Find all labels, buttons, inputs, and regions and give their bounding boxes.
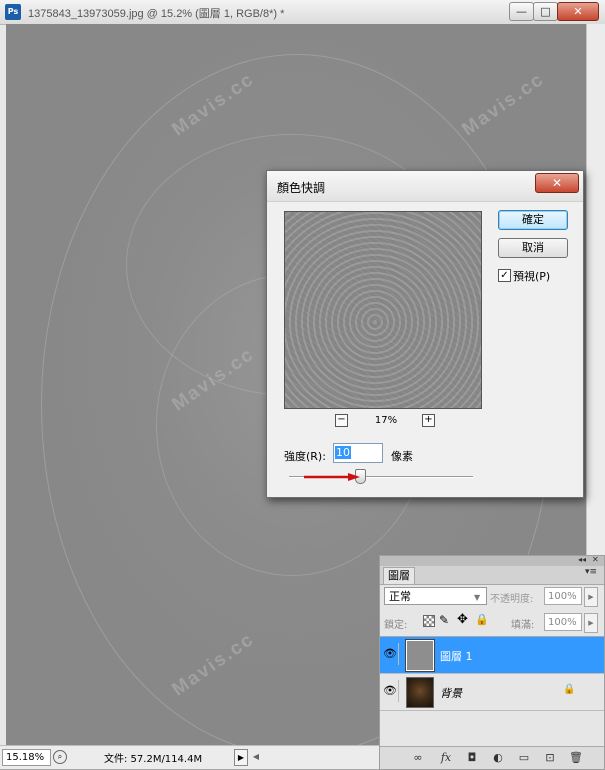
fill-input[interactable]: 100% xyxy=(544,613,582,631)
collapse-icon[interactable]: ◂◂ xyxy=(578,555,586,564)
cancel-button[interactable]: 取消 xyxy=(498,238,568,258)
lock-label: 鎖定: xyxy=(384,620,408,631)
panel-menu-icon[interactable]: ▾≡ xyxy=(585,567,597,577)
lock-position-icon[interactable]: ✥ xyxy=(457,612,468,627)
layers-panel: ◂◂ ✕ 圖層 ▾≡ 正常 ▼ 不透明度: 100% ▶ 鎖定: ✎ ✥ 🔒 填… xyxy=(379,555,605,770)
preview-checkbox[interactable]: ✓ xyxy=(498,269,511,282)
layer-row-background[interactable]: 👁 背景 🔒 xyxy=(380,673,604,711)
adjustment-layer-icon[interactable]: ◐ xyxy=(490,750,506,766)
lock-transparency-icon[interactable] xyxy=(423,615,435,627)
layer-thumbnail xyxy=(405,639,435,672)
document-titlebar[interactable]: Ps 1375843_13973059.jpg @ 15.2% (圖層 1, R… xyxy=(0,0,605,25)
zoom-level-field[interactable]: 15.18% xyxy=(2,749,51,766)
layer-thumbnail xyxy=(406,677,434,708)
red-arrow-icon xyxy=(304,473,360,481)
lock-all-icon[interactable]: 🔒 xyxy=(475,613,489,626)
radius-label: 強度(R): xyxy=(284,450,326,463)
radius-input[interactable]: 10 xyxy=(333,443,383,463)
radius-value: 10 xyxy=(335,446,351,459)
opacity-label: 不透明度: xyxy=(490,594,534,605)
radius-unit-label: 像素 xyxy=(391,450,413,463)
chevron-down-icon[interactable]: ▼ xyxy=(474,593,480,602)
layers-footer: ∞ fx ◘ ◐ ▭ ⊡ 🗑 xyxy=(380,746,604,769)
layer-lock-icon: 🔒 xyxy=(563,684,576,695)
zoom-icon[interactable]: ⌕ xyxy=(53,750,67,764)
opacity-input[interactable]: 100% xyxy=(544,587,582,605)
high-pass-dialog: 顏色快調 ✕ − 17% + 確定 取消 ✓ 預視(P) 強度(R): 10 像… xyxy=(266,170,584,498)
link-layers-icon[interactable]: ∞ xyxy=(410,750,426,766)
file-size-info: 文件: 57.2M/114.4M xyxy=(104,754,203,765)
add-mask-icon[interactable]: ◘ xyxy=(464,750,480,766)
photoshop-icon: Ps xyxy=(5,4,21,20)
new-group-icon[interactable]: ▭ xyxy=(516,750,532,766)
fill-label: 填滿: xyxy=(511,620,535,631)
preview-image xyxy=(285,212,481,408)
visibility-eye-icon[interactable]: 👁 xyxy=(382,643,399,665)
filter-preview[interactable] xyxy=(284,211,482,409)
preview-zoom-in-button[interactable]: + xyxy=(422,414,435,427)
dialog-titlebar[interactable]: 顏色快調 ✕ xyxy=(267,171,583,202)
dialog-title: 顏色快調 xyxy=(277,181,326,195)
layer-name[interactable]: 圖層 1 xyxy=(440,648,473,664)
preview-checkbox-label[interactable]: 預視(P) xyxy=(513,268,550,284)
layer-row-layer1[interactable]: 👁 圖層 1 xyxy=(380,636,604,673)
scroll-left-icon[interactable]: ◀ xyxy=(250,749,262,764)
minimize-button[interactable]: — xyxy=(509,2,534,21)
panel-tab-row: 圖層 ▾≡ xyxy=(380,566,604,585)
lock-paint-icon[interactable]: ✎ xyxy=(439,613,449,627)
layer-name[interactable]: 背景 xyxy=(440,685,462,701)
new-layer-icon[interactable]: ⊡ xyxy=(542,750,558,766)
preview-zoom-out-button[interactable]: − xyxy=(335,414,348,427)
ok-button[interactable]: 確定 xyxy=(498,210,568,230)
panel-close-icon[interactable]: ✕ xyxy=(592,555,599,564)
visibility-eye-icon[interactable]: 👁 xyxy=(382,680,399,702)
delete-layer-icon[interactable]: 🗑 xyxy=(568,750,584,766)
tab-layers[interactable]: 圖層 xyxy=(383,567,415,584)
document-title: 1375843_13973059.jpg @ 15.2% (圖層 1, RGB/… xyxy=(28,8,285,20)
maximize-button[interactable]: □ xyxy=(533,2,558,21)
status-menu-arrow-icon[interactable]: ▶ xyxy=(234,749,248,766)
fill-slider-arrow-icon[interactable]: ▶ xyxy=(584,613,598,633)
blend-mode-select[interactable]: 正常 xyxy=(384,587,487,605)
panel-header[interactable]: ◂◂ ✕ xyxy=(380,555,604,566)
preview-zoom-level: 17% xyxy=(374,415,398,426)
dialog-close-button[interactable]: ✕ xyxy=(535,173,579,193)
close-button[interactable]: ✕ xyxy=(557,2,599,21)
layer-style-icon[interactable]: fx xyxy=(438,750,454,766)
status-bar: 15.18% ⌕ 文件: 57.2M/114.4M ▶ ◀ xyxy=(0,745,380,769)
opacity-slider-arrow-icon[interactable]: ▶ xyxy=(584,587,598,607)
